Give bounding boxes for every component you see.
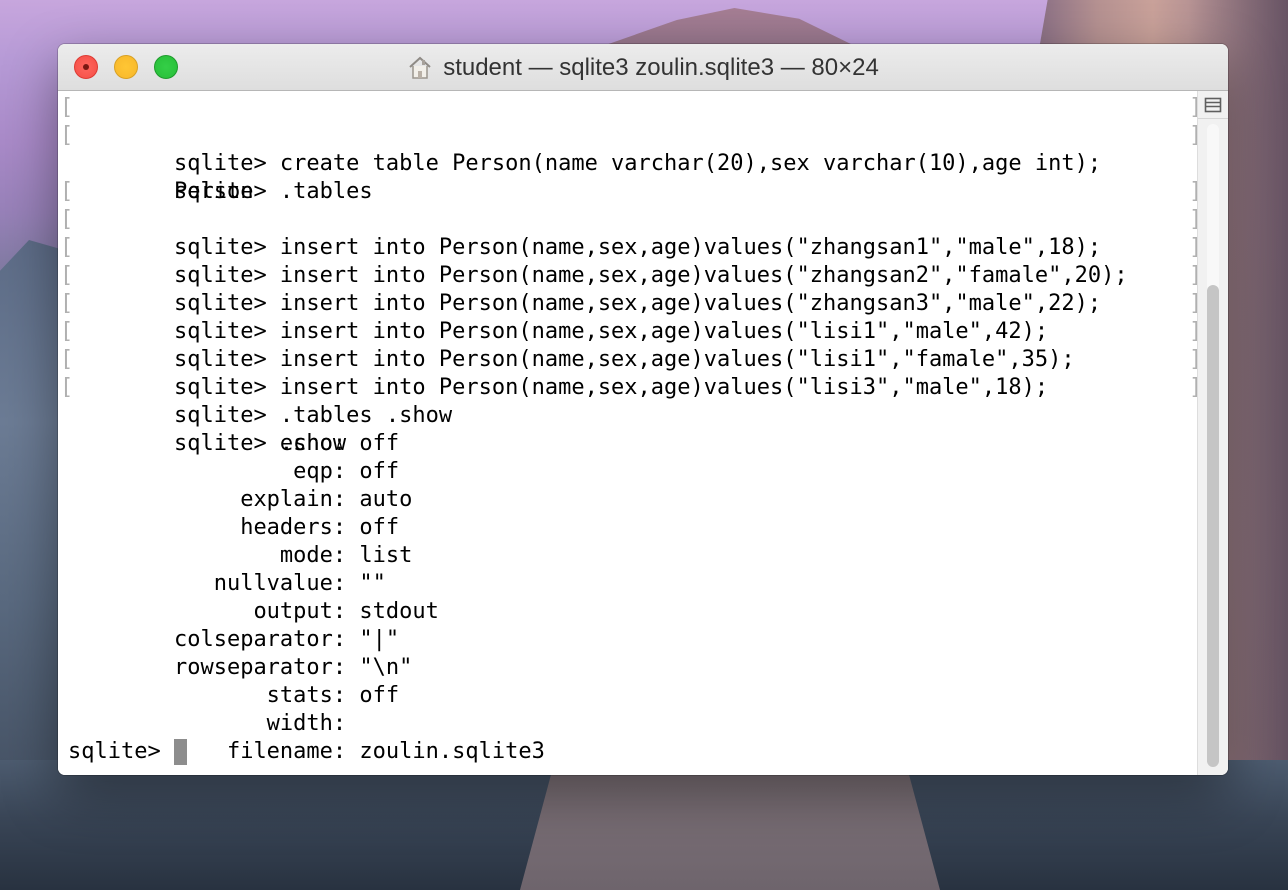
terminal-scrollbar[interactable]: [1197, 91, 1228, 775]
terminal-line: Person: [68, 150, 1188, 204]
line-left-marker: [: [60, 123, 74, 148]
scrollbar-track[interactable]: [1207, 124, 1219, 767]
terminal-line: [ sqlite> .tables ]: [60, 122, 1197, 204]
line-left-marker: [: [60, 207, 74, 232]
window-titlebar[interactable]: student — sqlite3 zoulin.sqlite3 — 80×24: [58, 44, 1228, 91]
window-title-area: student — sqlite3 zoulin.sqlite3 — 80×24: [58, 44, 1228, 91]
text-cursor: [173, 739, 187, 765]
terminal-line: [ sqlite> create table Person(name varch…: [60, 94, 1197, 176]
split-view-button[interactable]: [1198, 91, 1228, 119]
line-right-marker: ]: [1189, 318, 1197, 346]
terminal-content[interactable]: [ sqlite> create table Person(name varch…: [58, 91, 1197, 775]
line-right-marker: ]: [1189, 206, 1197, 234]
terminal-line: mode: list: [68, 514, 1188, 568]
terminal-line: [ sqlite> .tables .show ]: [60, 346, 1197, 428]
line-right-marker: ]: [1189, 346, 1197, 374]
line-left-marker: [: [60, 291, 74, 316]
line-right-marker: ]: [1189, 234, 1197, 262]
terminal-line: nullvalue: "": [68, 542, 1188, 596]
background-granite-face: [520, 765, 940, 890]
terminal-line: stats: off: [68, 654, 1188, 708]
terminal-line: [ sqlite> insert into Person(name,sex,ag…: [60, 262, 1197, 344]
line-right-marker: ]: [1189, 94, 1197, 122]
terminal-line: [ sqlite> insert into Person(name,sex,ag…: [60, 178, 1197, 260]
terminal-line: [ sqlite> insert into Person(name,sex,ag…: [60, 318, 1197, 400]
active-prompt-text: sqlite>: [68, 739, 174, 764]
terminal-line: output: stdout: [68, 570, 1188, 624]
window-title: student — sqlite3 zoulin.sqlite3 — 80×24: [443, 53, 879, 81]
terminal-line: colseparator: "|": [68, 598, 1188, 652]
terminal-output[interactable]: [ sqlite> create table Person(name varch…: [60, 94, 1197, 766]
line-right-marker: ]: [1189, 374, 1197, 402]
line-right-marker: ]: [1189, 290, 1197, 318]
terminal-line: filename: zoulin.sqlite3: [68, 710, 1188, 764]
terminal-line: rowseparator: "\n": [68, 626, 1188, 680]
terminal-line: [ sqlite> insert into Person(name,sex,ag…: [60, 206, 1197, 288]
terminal-line: echo: off: [68, 402, 1188, 456]
line-left-marker: [: [60, 263, 74, 288]
terminal-line: explain: auto: [68, 458, 1188, 512]
line-right-marker: ]: [1189, 178, 1197, 206]
terminal-line: [ sqlite> insert into Person(name,sex,ag…: [60, 234, 1197, 316]
line-left-marker: [: [60, 347, 74, 372]
terminal-line: [ sqlite> .show ]: [60, 374, 1197, 456]
line-right-marker: ]: [1189, 262, 1197, 290]
line-left-marker: [: [60, 95, 74, 120]
line-right-marker: ]: [1189, 122, 1197, 150]
line-left-marker: [: [60, 235, 74, 260]
scrollbar-thumb[interactable]: [1207, 284, 1219, 767]
line-left-marker: [: [60, 375, 74, 400]
home-folder-icon: [407, 55, 433, 81]
terminal-line: width:: [68, 682, 1188, 736]
terminal-line: headers: off: [68, 486, 1188, 540]
active-prompt-line[interactable]: sqlite>: [68, 738, 1188, 766]
terminal-window: student — sqlite3 zoulin.sqlite3 — 80×24…: [58, 44, 1228, 775]
terminal-line: eqp: off: [68, 430, 1188, 484]
split-pane-icon: [1204, 97, 1222, 112]
terminal-line: [ sqlite> insert into Person(name,sex,ag…: [60, 290, 1197, 372]
line-left-marker: [: [60, 179, 74, 204]
line-left-marker: [: [60, 319, 74, 344]
